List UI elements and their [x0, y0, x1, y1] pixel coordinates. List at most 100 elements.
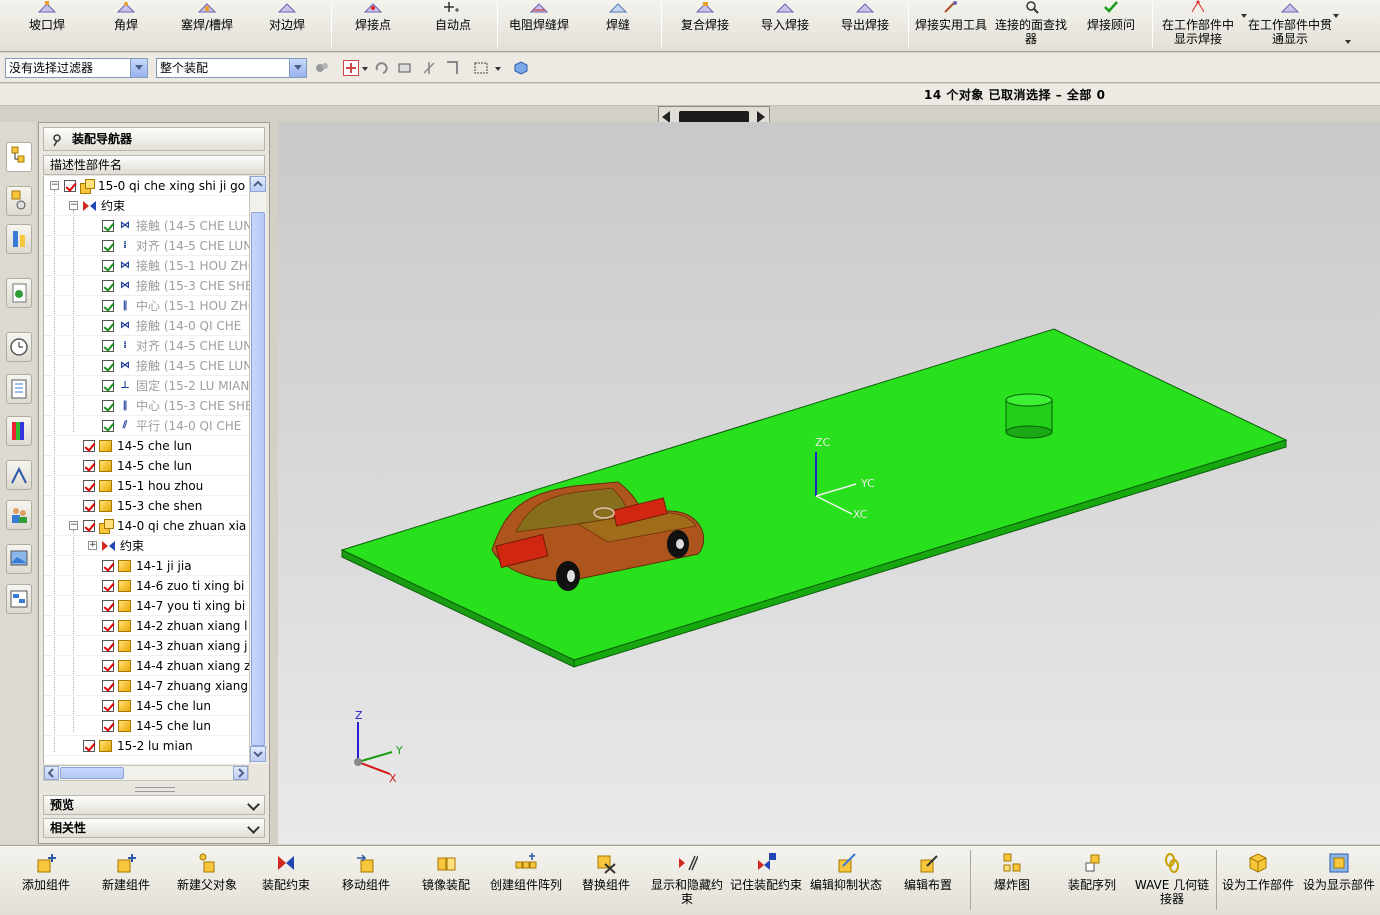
show-through-work-part-button[interactable]: 在工作部件中贯通显示: [1248, 0, 1332, 50]
tree-node-constraint[interactable]: ⫽ 平行 (14-0 QI CHE: [44, 416, 249, 436]
tree-node-part[interactable]: 14-5 che lun: [44, 436, 249, 456]
visibility-checkbox[interactable]: [64, 180, 76, 192]
chevron-down-icon[interactable]: [130, 59, 147, 77]
weld-utilities-button[interactable]: 焊接实用工具: [912, 0, 990, 50]
select-all-icon[interactable]: [343, 60, 359, 76]
component-array-button[interactable]: 创建组件阵列: [488, 850, 564, 914]
visibility-checkbox[interactable]: [102, 620, 114, 632]
tree-node-part[interactable]: 14-4 zhuan xiang z: [44, 656, 249, 676]
palette-tab[interactable]: [6, 416, 32, 446]
weld-bead-button[interactable]: 焊缝: [592, 0, 644, 50]
undo-selection-icon[interactable]: [373, 60, 389, 76]
horizontal-scrollbar[interactable]: [43, 765, 249, 781]
resistance-seam-weld-button[interactable]: 电阻焊缝焊: [506, 0, 572, 50]
chevron-down-icon[interactable]: [362, 67, 368, 71]
visibility-checkbox[interactable]: [102, 720, 114, 732]
preview-section[interactable]: 预览: [43, 795, 265, 815]
selection-scope-dropdown[interactable]: 整个装配: [156, 58, 307, 78]
collapse-icon[interactable]: −: [50, 181, 59, 190]
weld-assistant-button[interactable]: 焊接顾问: [1080, 0, 1142, 50]
visibility-checkbox[interactable]: [102, 360, 114, 372]
selection-filter-dropdown[interactable]: 没有选择过滤器: [5, 58, 148, 78]
tree-node-part[interactable]: 15-3 che shen: [44, 496, 249, 516]
system-visualization-tab[interactable]: [6, 584, 32, 614]
mirror-assembly-button[interactable]: 镜像装配: [414, 850, 478, 914]
tree-node-constraint[interactable]: ⋈ 接触 (15-1 HOU ZHO: [44, 256, 249, 276]
part-navigator-tab[interactable]: [6, 224, 32, 254]
visibility-checkbox[interactable]: [102, 340, 114, 352]
tree-node-part[interactable]: 14-7 zhuang xiang: [44, 676, 249, 696]
toolbar-options-icon[interactable]: [1345, 40, 1351, 44]
visibility-checkbox[interactable]: [83, 500, 95, 512]
visibility-checkbox[interactable]: [102, 600, 114, 612]
column-header-part-name[interactable]: 描述性部件名: [43, 155, 265, 175]
visibility-checkbox[interactable]: [83, 520, 95, 532]
system-scenes-tab[interactable]: [6, 544, 32, 574]
visibility-checkbox[interactable]: [102, 380, 114, 392]
history-tab[interactable]: [6, 278, 32, 308]
component-select-icon[interactable]: [513, 60, 529, 76]
visibility-checkbox[interactable]: [102, 580, 114, 592]
tree-node-part[interactable]: 14-6 zuo ti xing bi: [44, 576, 249, 596]
dropdown-arrow-icon[interactable]: [1241, 14, 1247, 18]
make-work-part-button[interactable]: 设为工作部件: [1220, 850, 1296, 914]
expand-icon[interactable]: +: [88, 541, 97, 550]
new-parent-button[interactable]: 新建父对象: [172, 850, 242, 914]
assembly-sequence-button[interactable]: 装配序列: [1060, 850, 1124, 914]
tree-node-constraint[interactable]: ⊥ 固定 (15-2 LU MIAN: [44, 376, 249, 396]
rectangle-select-icon[interactable]: [473, 60, 489, 76]
weld-point-button[interactable]: 焊接点: [342, 0, 404, 50]
combined-weld-button[interactable]: 复合焊接: [672, 0, 738, 50]
tree-node-part[interactable]: 15-1 hou zhou: [44, 476, 249, 496]
assembly-navigator-tab[interactable]: [6, 142, 32, 172]
visibility-checkbox[interactable]: [102, 660, 114, 672]
tree-node-part[interactable]: 15-2 lu mian: [44, 736, 249, 756]
roles-tab[interactable]: [6, 500, 32, 530]
reuse-library-tab[interactable]: [6, 374, 32, 404]
panel-resize-grip[interactable]: [135, 787, 175, 792]
vertical-scrollbar[interactable]: [249, 176, 266, 764]
visibility-checkbox[interactable]: [102, 640, 114, 652]
visibility-checkbox[interactable]: [102, 700, 114, 712]
graphics-window[interactable]: ZC YC XC Z Y X: [278, 122, 1380, 844]
visibility-checkbox[interactable]: [102, 300, 114, 312]
tree-node-assembly[interactable]: − 15-0 qi che xing shi ji go: [44, 176, 249, 196]
tree-node-constraints[interactable]: − 约束: [44, 196, 249, 216]
export-weld-button[interactable]: 导出焊接: [832, 0, 898, 50]
quick-pick-icon[interactable]: [397, 60, 413, 76]
visibility-checkbox[interactable]: [102, 420, 114, 432]
move-component-button[interactable]: 移动组件: [334, 850, 398, 914]
auto-point-button[interactable]: 自动点: [420, 0, 486, 50]
tree-node-constraint[interactable]: ⁞ 对齐 (14-5 CHE LUN: [44, 336, 249, 356]
scroll-thumb[interactable]: [251, 212, 265, 746]
constraint-navigator-tab[interactable]: [6, 186, 32, 216]
visibility-checkbox[interactable]: [102, 280, 114, 292]
fillet-weld-button[interactable]: 角焊: [96, 0, 156, 50]
wave-geometry-linker-button[interactable]: WAVE 几何链接器: [1134, 850, 1210, 914]
chevron-down-icon[interactable]: [248, 799, 260, 811]
replace-component-button[interactable]: 替换组件: [574, 850, 638, 914]
tree-node-constraint[interactable]: ⋈ 接触 (14-5 CHE LUN: [44, 216, 249, 236]
visibility-checkbox[interactable]: [102, 260, 114, 272]
collapse-icon[interactable]: −: [69, 521, 78, 530]
tree-node-constraint[interactable]: ‖ 中心 (15-1 HOU ZHO: [44, 296, 249, 316]
collapse-icon[interactable]: −: [69, 201, 78, 210]
tree-node-part[interactable]: 14-5 che lun: [44, 696, 249, 716]
wheel[interactable]: [556, 561, 580, 591]
tree-node-part[interactable]: 14-5 che lun: [44, 716, 249, 736]
visibility-checkbox[interactable]: [83, 460, 95, 472]
clock-icon[interactable]: [6, 332, 32, 362]
tree-node-part[interactable]: 14-7 you ti xing bi: [44, 596, 249, 616]
visibility-checkbox[interactable]: [102, 560, 114, 572]
tree-node-part[interactable]: 14-3 zhuan xiang j: [44, 636, 249, 656]
visibility-checkbox[interactable]: [102, 240, 114, 252]
ground-plate[interactable]: [340, 328, 1288, 668]
scroll-thumb[interactable]: [60, 767, 124, 779]
make-displayed-part-button[interactable]: 设为显示部件: [1300, 850, 1378, 914]
connected-face-finder-button[interactable]: 连接的面查找器: [992, 0, 1070, 50]
scroll-left-icon[interactable]: [44, 766, 59, 780]
tree-node-constraint[interactable]: ⋈ 接触 (14-5 CHE LUN: [44, 356, 249, 376]
wheel[interactable]: [667, 530, 689, 558]
chevron-down-icon[interactable]: [495, 67, 501, 71]
visibility-checkbox[interactable]: [83, 740, 95, 752]
